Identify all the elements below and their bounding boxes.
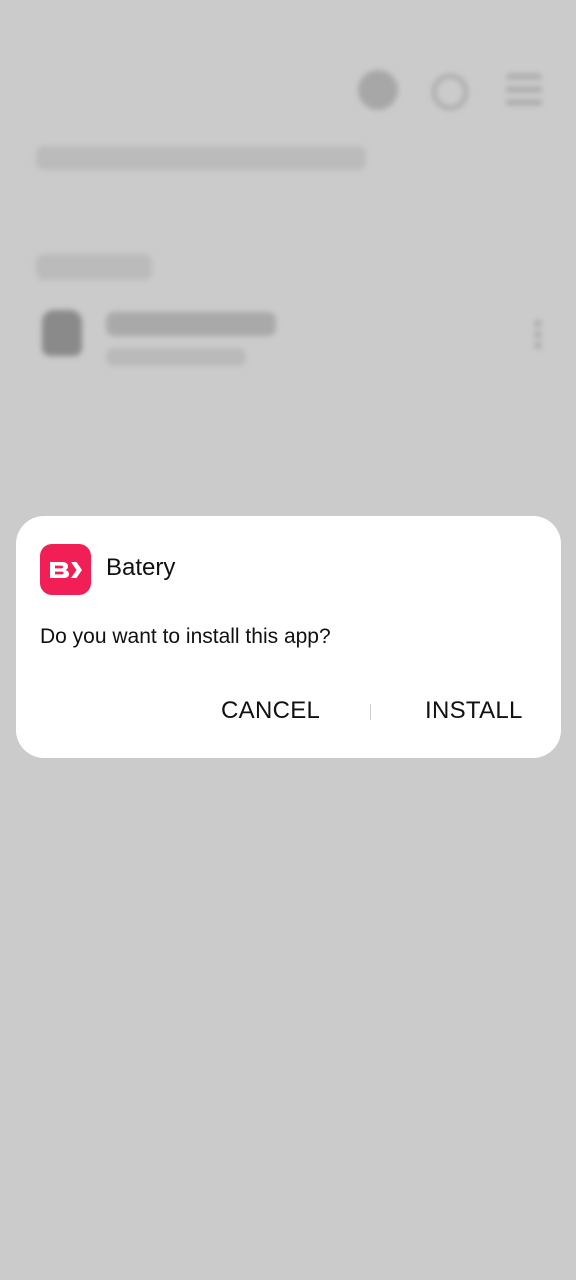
background-search-icon [432,74,468,110]
background-file-meta-blurred [106,348,246,366]
background-menu-icon [506,74,542,108]
background-subtitle-blurred [36,146,366,170]
button-divider [370,704,371,720]
app-name: Batery [106,554,176,581]
batery-logo-icon [40,544,91,595]
install-button[interactable]: INSTALL [425,696,523,726]
background-date-blurred [36,254,152,280]
install-prompt-message: Do you want to install this app? [40,625,331,648]
background-more-icon [526,318,550,352]
background-action-icon [358,70,398,110]
install-dialog: Batery Do you want to install this app? … [16,516,561,758]
background-android-file-icon [42,310,82,356]
background-file-name-blurred [106,312,276,336]
cancel-button[interactable]: CANCEL [221,696,320,726]
